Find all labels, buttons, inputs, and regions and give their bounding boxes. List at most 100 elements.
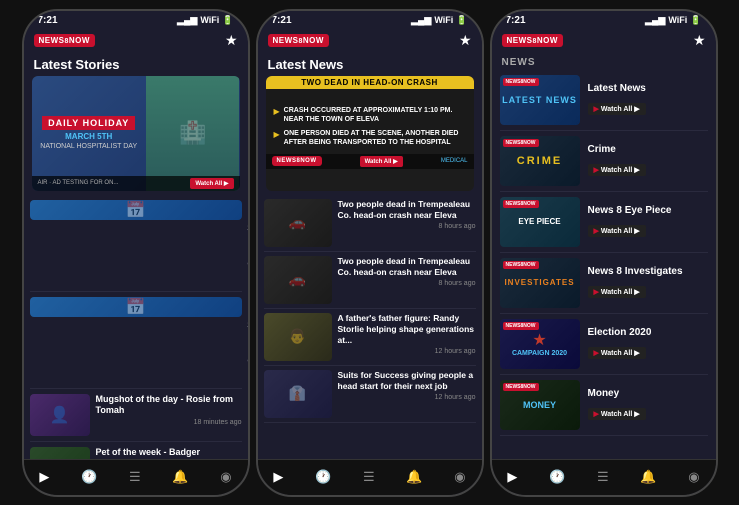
cat-name-inv: News 8 Investigates [588,266,708,277]
nav-more-2[interactable]: ◉ [454,469,465,485]
thumb-icon-c3: 👔 [289,385,306,402]
breaking-bg: ▶ CRASH OCCURRED AT APPROXIMATELY 1:10 P… [266,89,474,169]
hero-right-1: 🏥 [146,76,240,191]
breaking-title: TWO DEAD IN HEAD-ON CRASH [266,76,474,89]
watch-label-cr: Watch All ▶ [601,166,640,174]
star-icon-2[interactable]: ★ [459,32,472,49]
star-icon-1[interactable]: ★ [225,32,238,49]
thumb-icon-1: 📅 [126,297,146,317]
time-3: 7:21 [506,15,526,26]
bottom-nav-3: ▶ 🕐 ☰ 🔔 ◉ [492,459,716,495]
news2-headline-1: Two people dead in Trempealeau Co. head-… [338,256,476,278]
nav-more-3[interactable]: ◉ [688,469,699,485]
cat-watch-btn-el[interactable]: ▶ Watch All ▶ [588,347,646,359]
thumb-daily-1: 📅 [30,297,242,317]
nav-clock-2[interactable]: 🕐 [315,469,331,485]
cat-info-el: Election 2020 ▶ Watch All ▶ [588,327,708,360]
cat-thumb-inner-cr: NEWS8NOW CRIME [500,136,580,186]
time-2: 18 minutes ago [96,419,242,426]
page-title-1: Latest Stories [24,53,248,76]
cat-thumb-inner-el: NEWS8NOW ★ CAMPAIGN 2020 [500,319,580,369]
hero-left-1: DAILY HOLIDAY MARCH 5TH NATIONAL HOSPITA… [32,76,146,191]
cat-thumb-latest-news: NEWS8NOW LATEST NEWS [500,75,580,125]
logo-3: NEWS8NOW [502,34,563,47]
nav-menu-1[interactable]: ☰ [129,469,141,485]
phone-3: 7:21 ▂▄▆ WiFi 🔋 NEWS8NOW ★ NEWS NEWS8NOW… [490,9,718,497]
cat-thumb-inner-ln: NEWS8NOW LATEST NEWS [500,75,580,125]
thumb-pet-3: 🐾 [30,447,90,459]
category-latest-news[interactable]: NEWS8NOW LATEST NEWS Latest News ▶ Watch… [500,70,708,131]
nav-more-1[interactable]: ◉ [220,469,231,485]
nav-home-1[interactable]: ▶ [39,469,49,485]
phone-2: 7:21 ▂▄▆ WiFi 🔋 NEWS8NOW ★ Latest News T… [256,9,484,497]
categories-list: NEWS8NOW LATEST NEWS Latest News ▶ Watch… [492,70,716,459]
investigates-label: INVESTIGATES [504,278,574,287]
cat-logo-ln: NEWS8NOW [503,78,539,86]
news2-item-1[interactable]: 🚗 Two people dead in Trempealeau Co. hea… [264,252,476,309]
nav-clock-1[interactable]: 🕐 [81,469,97,485]
watch-all-btn-2[interactable]: Watch All ▶ [360,156,403,167]
category-eyepiece[interactable]: NEWS8NOW EYE PIECE News 8 Eye Piece ▶ Wa… [500,192,708,253]
news-item-0[interactable]: 📅 Daily Holiday - 3/5/20 - National Hosp… [30,195,242,292]
eyepiece-label: EYE PIECE [518,217,560,226]
hero-banner-1[interactable]: DAILY HOLIDAY MARCH 5TH NATIONAL HOSPITA… [32,76,240,191]
nav-bar-3: NEWS8NOW ★ [492,28,716,53]
breaking-banner[interactable]: TWO DEAD IN HEAD-ON CRASH ▶ CRASH OCCURR… [266,76,474,191]
watch-label-inv: Watch All ▶ [601,288,640,296]
cat-thumb-inner-ep: NEWS8NOW EYE PIECE [500,197,580,247]
cat-name-cr: Crime [588,144,708,155]
star-election: ★ [532,330,546,350]
thumb-icon-c2: 👨 [289,328,306,345]
thumb-crash-1: 🚗 [264,256,332,304]
nav-menu-2[interactable]: ☰ [363,469,375,485]
phone-content-1: DAILY HOLIDAY MARCH 5TH NATIONAL HOSPITA… [24,76,248,459]
cat-info-inv: News 8 Investigates ▶ Watch All ▶ [588,266,708,299]
nav-alert-2[interactable]: 🔔 [406,469,422,485]
nav-alert-3[interactable]: 🔔 [640,469,656,485]
news2-item-2[interactable]: 👨 A father's father figure: Randy Storli… [264,309,476,366]
nav-home-2[interactable]: ▶ [273,469,283,485]
news-item-1[interactable]: 📅 Daily Holiday - 3/5/20 - National Hosp… [30,292,242,389]
news2-text-2: A father's father figure: Randy Storlie … [338,313,476,355]
category-election[interactable]: NEWS8NOW ★ CAMPAIGN 2020 Election 2020 ▶… [500,314,708,375]
nav-alert-1[interactable]: 🔔 [172,469,188,485]
watch-label-el: Watch All ▶ [601,349,640,357]
headline-3: Pet of the week - Badger [96,447,242,459]
cat-watch-btn-cr[interactable]: ▶ Watch All ▶ [588,164,646,176]
cat-name-mn: Money [588,388,708,399]
cat-info-ep: News 8 Eye Piece ▶ Watch All ▶ [588,205,708,238]
news2-time-3: 12 hours ago [338,394,476,401]
category-money[interactable]: NEWS8NOW MONEY Money ▶ Watch All ▶ [500,375,708,436]
news2-item-0[interactable]: 🚗 Two people dead in Trempealeau Co. hea… [264,195,476,252]
breaking-point-1: ▶ ONE PERSON DIED AT THE SCENE, ANOTHER … [274,129,466,147]
category-crime[interactable]: NEWS8NOW CRIME Crime ▶ Watch All ▶ [500,131,708,192]
cat-thumb-inner-mn: NEWS8NOW MONEY [500,380,580,430]
cat-watch-btn-inv[interactable]: ▶ Watch All ▶ [588,286,646,298]
watch-all-btn-1[interactable]: Watch All ▶ [190,178,233,189]
watch-label-ln: Watch All ▶ [601,105,640,113]
cat-name-el: Election 2020 [588,327,708,338]
breaking-point-0: ▶ CRASH OCCURRED AT APPROXIMATELY 1:10 P… [274,106,466,124]
news2-headline-0: Two people dead in Trempealeau Co. head-… [338,199,476,221]
bottom-nav-1: ▶ 🕐 ☰ 🔔 ◉ [24,459,248,495]
nav-clock-3[interactable]: 🕐 [549,469,565,485]
news2-text-0: Two people dead in Trempealeau Co. head-… [338,199,476,230]
cat-thumb-election: NEWS8NOW ★ CAMPAIGN 2020 [500,319,580,369]
nav-bar-1: NEWS8NOW ★ [24,28,248,53]
news-item-3[interactable]: 🐾 Pet of the week - Badger 18 minutes ag… [30,442,242,459]
cat-watch-btn-mn[interactable]: ▶ Watch All ▶ [588,408,646,420]
nav-menu-3[interactable]: ☰ [597,469,609,485]
cat-logo-el: NEWS8NOW [503,322,539,330]
phones-container: 7:21 ▂▄▆ WiFi 🔋 NEWS8NOW ★ Latest Storie… [0,0,739,505]
nav-home-3[interactable]: ▶ [507,469,517,485]
news-list-1: 📅 Daily Holiday - 3/5/20 - National Hosp… [24,195,248,459]
cat-watch-btn-ln[interactable]: ▶ Watch All ▶ [588,103,646,115]
news-item-2[interactable]: 👤 Mugshot of the day - Rosie from Tomah … [30,389,242,442]
play-icon-el: ▶ [594,349,599,357]
star-icon-3[interactable]: ★ [693,32,706,49]
news2-item-3[interactable]: 👔 Suits for Success giving people a head… [264,366,476,423]
cat-watch-btn-ep[interactable]: ▶ Watch All ▶ [588,225,646,237]
category-investigates[interactable]: NEWS8NOW INVESTIGATES News 8 Investigate… [500,253,708,314]
news2-time-0: 8 hours ago [338,223,476,230]
news2-headline-2: A father's father figure: Randy Storlie … [338,313,476,346]
